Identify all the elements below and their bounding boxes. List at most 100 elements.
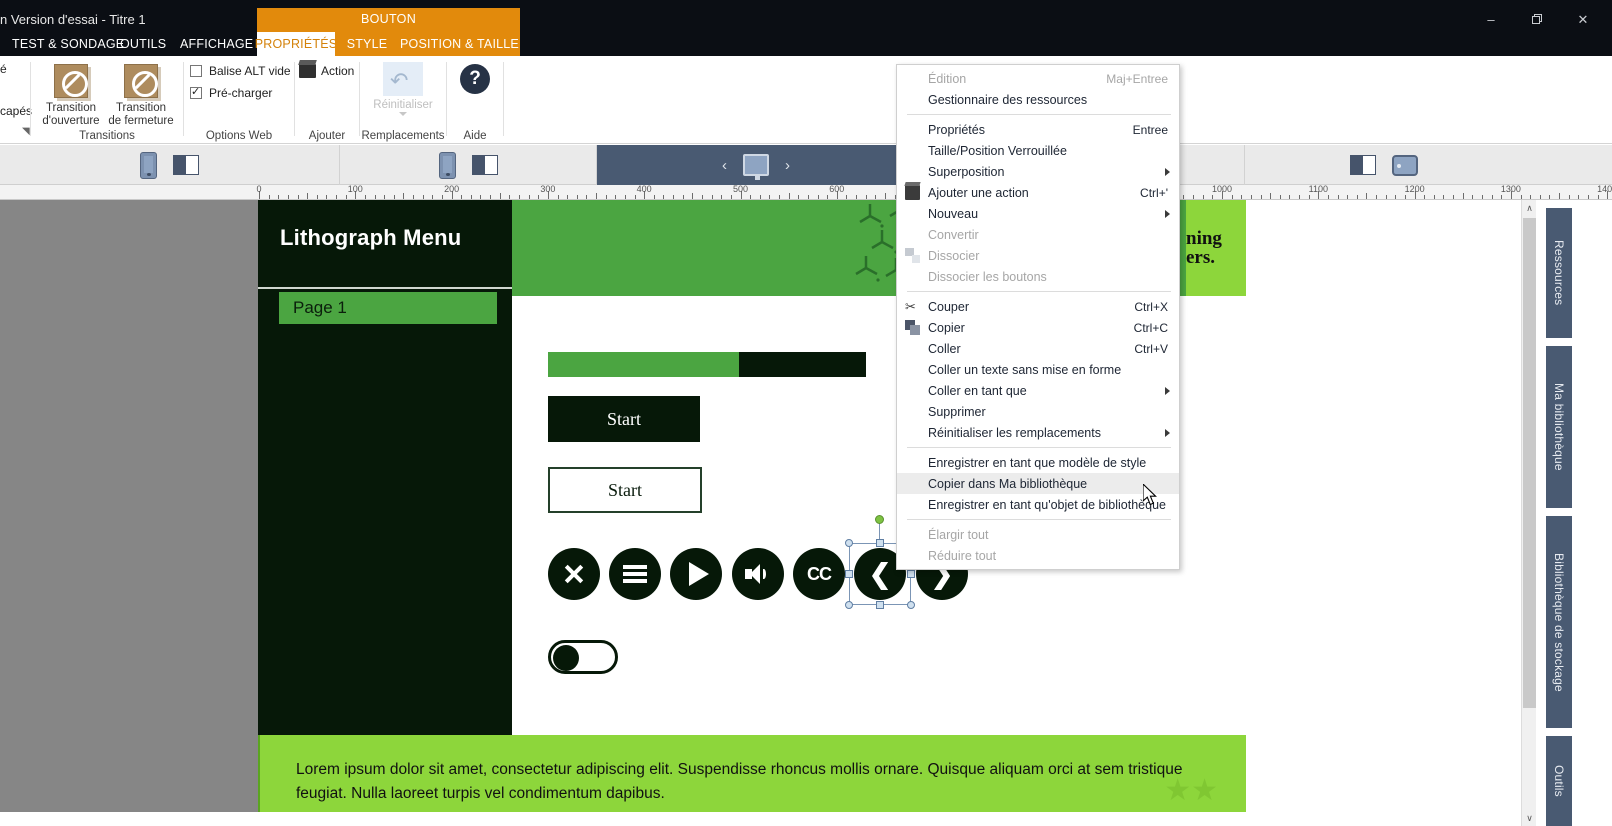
ruler-tick	[1501, 195, 1503, 199]
menu-item-supprimer[interactable]: Supprimer	[897, 401, 1179, 422]
menu-item-label: Couper	[928, 299, 969, 314]
menu-item-label: Taille/Position Verrouillée	[928, 143, 1067, 158]
divider	[258, 287, 512, 289]
dock-tab-ressources[interactable]: Ressources	[1546, 208, 1572, 338]
resize-handle-sw[interactable]	[845, 601, 853, 609]
transition-fermeture-button[interactable]: Transition de fermeture	[105, 60, 177, 128]
minimize-button[interactable]: –	[1468, 10, 1514, 28]
reinitialiser-button[interactable]: ↶ Réinitialiser	[364, 62, 442, 116]
ruler-tick	[567, 195, 569, 199]
balise-alt-vide-checkbox-row[interactable]: Balise ALT vide	[190, 64, 291, 78]
ruler-tick	[336, 195, 338, 199]
menu-item-nouveau[interactable]: Nouveau	[897, 203, 1179, 224]
canvas-vertical-scrollbar[interactable]: ∧ ∨	[1521, 200, 1536, 826]
ribbon-left-partial-top: é	[0, 62, 7, 76]
ruler-label: 300	[540, 185, 556, 194]
toggle-knob	[553, 645, 579, 671]
action-button[interactable]: Action	[299, 64, 354, 78]
menu-item-copier[interactable]: Copier Ctrl+C	[897, 317, 1179, 338]
progress-bar[interactable]	[548, 352, 866, 377]
dock-tab-outils[interactable]: Outils	[1546, 736, 1572, 826]
transition-ouverture-button[interactable]: Transition d'ouverture	[35, 60, 107, 128]
help-question-icon[interactable]: ?	[460, 64, 490, 94]
menu-item-largir-tout: Élargir tout	[897, 524, 1179, 545]
menu-separator	[907, 114, 1171, 115]
menu-item-gestionnaire-des-ressources[interactable]: Gestionnaire des ressources	[897, 89, 1179, 110]
scroll-down-button[interactable]: ∨	[1522, 810, 1537, 826]
rotation-handle[interactable]	[875, 515, 884, 524]
scroll-up-button[interactable]: ∧	[1522, 200, 1537, 216]
menu-item-coller-en-tant-que[interactable]: Coller en tant que	[897, 380, 1179, 401]
device-view-tablet-portrait[interactable]	[340, 145, 597, 185]
tab-style[interactable]: STYLE	[335, 32, 399, 56]
menu-item-propri-t-s[interactable]: Propriétés Entree	[897, 119, 1179, 140]
resize-handle-s[interactable]	[876, 601, 884, 609]
captions-circle-button[interactable]: CC	[793, 548, 845, 600]
resize-handle-se[interactable]	[907, 601, 915, 609]
menu-item-label: Enregistrer en tant qu'objet de biblioth…	[928, 497, 1166, 512]
menu-item-superposition[interactable]: Superposition	[897, 161, 1179, 182]
menu-item-shortcut: Ctrl+V	[1134, 341, 1168, 356]
ruler-tick	[605, 195, 607, 199]
resize-handle-nw[interactable]	[845, 539, 853, 547]
dock-tab-bibliotheque-de-stockage[interactable]: Bibliothèque de stockage	[1546, 516, 1572, 728]
tab-proprietes[interactable]: PROPRIÉTÉS	[255, 32, 337, 56]
precharger-checkbox-row[interactable]: Pré-charger	[190, 85, 272, 100]
start-button-outline[interactable]: Start	[548, 467, 702, 513]
dialog-launcher-icon[interactable]: ◥	[22, 126, 30, 137]
menu-item-taille-position-verrouill-e[interactable]: Taille/Position Verrouillée	[897, 140, 1179, 161]
restore-button[interactable]	[1514, 10, 1560, 28]
ruler-tick	[817, 195, 819, 199]
device-view-tablet-landscape[interactable]	[1245, 145, 1522, 185]
ruler-tick	[519, 195, 520, 199]
resize-handle-e[interactable]	[907, 570, 915, 578]
chevron-left-icon[interactable]: ‹	[722, 157, 727, 174]
toggle-switch[interactable]	[548, 640, 618, 674]
close-circle-button[interactable]	[548, 548, 600, 600]
chevron-down-icon[interactable]	[399, 112, 407, 116]
undo-arrow-icon: ↶	[383, 62, 423, 96]
ruler-tick	[326, 195, 328, 199]
ruler-tick	[1530, 195, 1532, 199]
resize-handle-w[interactable]	[845, 570, 853, 578]
menu-item-ajouter-une-action[interactable]: Ajouter une action Ctrl+'	[897, 182, 1179, 203]
scrollbar-thumb[interactable]	[1523, 218, 1536, 708]
menu-item-label: Gestionnaire des ressources	[928, 92, 1088, 107]
transition-fermeture-label-1: Transition	[115, 102, 167, 114]
resize-handle-n[interactable]	[876, 539, 884, 547]
ruler-tick	[1356, 195, 1358, 199]
window-controls: – ✕	[1468, 10, 1606, 28]
device-view-desktop[interactable]: ‹ ›	[597, 145, 915, 185]
tablet-landscape-icon	[1391, 154, 1418, 176]
close-button[interactable]: ✕	[1560, 10, 1606, 28]
ruler-tick	[1578, 195, 1580, 199]
play-circle-button[interactable]	[670, 548, 722, 600]
ruler-tick	[1376, 195, 1378, 199]
menu-item-r-initialiser-les-remplacements[interactable]: Réinitialiser les remplacements	[897, 422, 1179, 443]
monitor-icon	[743, 154, 769, 180]
menu-item-coller-un-texte-sans-mise-en-forme[interactable]: Coller un texte sans mise en forme	[897, 359, 1179, 380]
title-bar: n Version d'essai - Titre 1 BOUTON – ✕ ?	[0, 0, 1612, 55]
menu-item-couper[interactable]: ✂ Couper Ctrl+X	[897, 296, 1179, 317]
device-view-phone[interactable]	[0, 145, 340, 185]
transition-ouverture-label-2: d'ouverture	[42, 115, 100, 127]
page-1-menu-item[interactable]: Page 1	[279, 292, 497, 324]
chevron-right-icon[interactable]: ›	[785, 157, 790, 174]
precharger-checkbox[interactable]	[190, 85, 202, 99]
ruler-tick	[1549, 195, 1551, 199]
balise-alt-vide-checkbox[interactable]	[190, 65, 202, 77]
menu-item-copier-dans-ma-biblioth-que[interactable]: Copier dans Ma bibliothèque	[897, 473, 1179, 494]
lorem-text-band[interactable]: Lorem ipsum dolor sit amet, consectetur …	[258, 735, 1246, 812]
menu-item-enregistrer-en-tant-que-mod-le-de-style[interactable]: Enregistrer en tant que modèle de style	[897, 452, 1179, 473]
tab-position-taille[interactable]: POSITION & TAILLE	[399, 32, 520, 56]
menu-circle-button[interactable]	[609, 548, 661, 600]
menu-item-enregistrer-en-tant-qu-objet-de-biblioth-que[interactable]: Enregistrer en tant qu'objet de biblioth…	[897, 494, 1179, 515]
tab-affichage[interactable]: AFFICHAGE	[168, 32, 265, 56]
scissors-icon: ✂	[905, 299, 916, 314]
volume-circle-button[interactable]	[732, 548, 784, 600]
start-button-solid[interactable]: Start	[548, 396, 700, 442]
menu-item-coller[interactable]: Coller Ctrl+V	[897, 338, 1179, 359]
ruler-tick	[1212, 195, 1214, 199]
dock-tab-ma-bibliotheque[interactable]: Ma bibliothèque	[1546, 346, 1572, 508]
context-menu[interactable]: Édition Maj+Entree Gestionnaire des ressou…	[896, 64, 1180, 570]
